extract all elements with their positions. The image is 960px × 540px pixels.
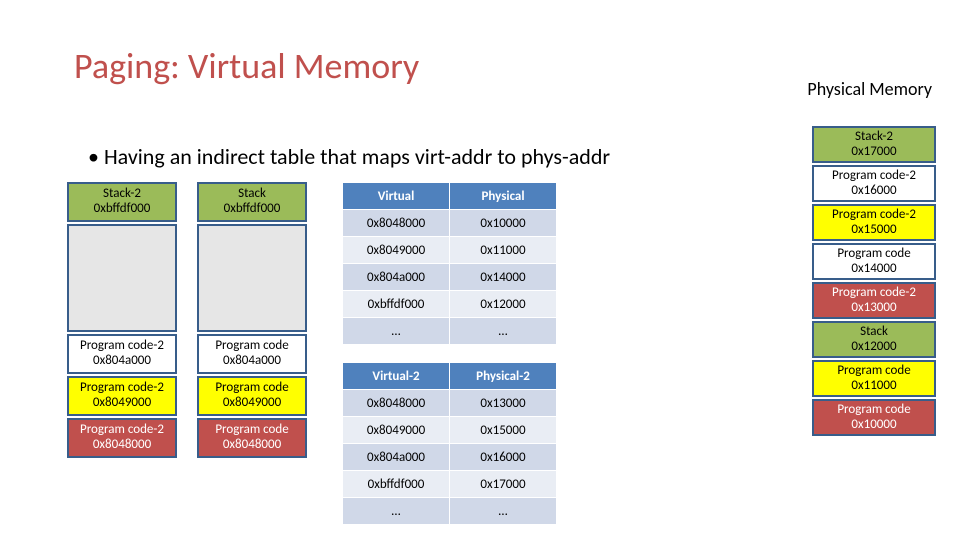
addr: 0x13000	[814, 301, 934, 316]
proc1-code-9: Program code 0x8049000	[197, 376, 307, 416]
pt2-r3-p: 0x17000	[450, 471, 557, 498]
proc2-code-8: Program code-2 0x8048000	[67, 418, 177, 458]
pt1-head-virtual: Virtual	[343, 183, 450, 210]
pt2-r1-p: 0x15000	[450, 417, 557, 444]
addr: 0xbffdf000	[69, 202, 175, 217]
addr: 0x804a000	[69, 354, 175, 369]
pt2-r0-p: 0x13000	[450, 390, 557, 417]
addr: 0x8049000	[69, 396, 175, 411]
label: Program code	[814, 403, 934, 418]
proc2-gap	[67, 224, 177, 332]
label: Program code-2	[814, 208, 934, 223]
proc1-stack: Stack 0xbffdf000	[197, 182, 307, 222]
label: Stack	[199, 187, 305, 202]
pt1-r2-v: 0x804a000	[343, 264, 450, 291]
pt2-head-virtual: Virtual-2	[343, 363, 450, 390]
addr: 0x8048000	[199, 438, 305, 453]
proc2-code-9: Program code-2 0x8049000	[67, 376, 177, 416]
label: Program code	[814, 247, 934, 262]
addr: 0x10000	[814, 418, 934, 433]
label: Program code-2	[69, 423, 175, 438]
label: Program code	[199, 381, 305, 396]
pt1-r3-v: 0xbffdf000	[343, 291, 450, 318]
label: Program code-2	[814, 286, 934, 301]
phys-16000: Program code-2 0x16000	[812, 165, 936, 202]
pt1-r2-p: 0x14000	[450, 264, 557, 291]
pt1-r0-p: 0x10000	[450, 210, 557, 237]
proc1-code-8: Program code 0x8048000	[197, 418, 307, 458]
label: Program code-2	[814, 169, 934, 184]
label: Stack	[814, 325, 934, 340]
pt2-r0-v: 0x8048000	[343, 390, 450, 417]
label: Program code	[199, 423, 305, 438]
addr: 0x8049000	[199, 396, 305, 411]
phys-10000: Program code 0x10000	[812, 399, 936, 436]
proc1-code-a: Program code 0x804a000	[197, 334, 307, 374]
pt1-r1-v: 0x8049000	[343, 237, 450, 264]
proc2-code-a: Program code-2 0x804a000	[67, 334, 177, 374]
addr: 0x15000	[814, 223, 934, 238]
pt1-r4-p: …	[450, 318, 557, 345]
phys-13000: Program code-2 0x13000	[812, 282, 936, 319]
pt2-r2-v: 0x804a000	[343, 444, 450, 471]
addr: 0x12000	[814, 340, 934, 355]
pt1-head-physical: Physical	[450, 183, 557, 210]
pt1-r4-v: …	[343, 318, 450, 345]
phys-11000: Program code 0x11000	[812, 360, 936, 397]
phys-17000: Stack-2 0x17000	[812, 126, 936, 163]
page-table-1: VirtualPhysical 0x80480000x10000 0x80490…	[342, 182, 557, 345]
label: Program code	[814, 364, 934, 379]
slide-title: Paging: Virtual Memory	[74, 44, 419, 88]
proc2-stack: Stack-2 0xbffdf000	[67, 182, 177, 222]
pt2-r4-p: …	[450, 498, 557, 525]
physical-memory-heading: Physical Memory	[807, 78, 932, 100]
label: Program code	[199, 339, 305, 354]
phys-12000: Stack 0x12000	[812, 321, 936, 358]
page-table-2: Virtual-2Physical-2 0x80480000x13000 0x8…	[342, 362, 557, 525]
addr: 0x17000	[814, 145, 934, 160]
addr: 0xbffdf000	[199, 202, 305, 217]
phys-15000: Program code-2 0x15000	[812, 204, 936, 241]
pt1-r3-p: 0x12000	[450, 291, 557, 318]
pt2-r3-v: 0xbffdf000	[343, 471, 450, 498]
pt2-r4-v: …	[343, 498, 450, 525]
pt1-r0-v: 0x8048000	[343, 210, 450, 237]
label: Program code-2	[69, 381, 175, 396]
addr: 0x14000	[814, 262, 934, 277]
addr: 0x16000	[814, 184, 934, 199]
bullet-text: Having an indirect table that maps virt-…	[88, 143, 610, 170]
phys-14000: Program code 0x14000	[812, 243, 936, 280]
proc1-gap	[197, 224, 307, 332]
addr: 0x8048000	[69, 438, 175, 453]
pt2-head-physical: Physical-2	[450, 363, 557, 390]
pt2-r2-p: 0x16000	[450, 444, 557, 471]
label: Stack-2	[69, 187, 175, 202]
pt2-r1-v: 0x8049000	[343, 417, 450, 444]
addr: 0x804a000	[199, 354, 305, 369]
pt1-r1-p: 0x11000	[450, 237, 557, 264]
label: Stack-2	[814, 130, 934, 145]
addr: 0x11000	[814, 379, 934, 394]
label: Program code-2	[69, 339, 175, 354]
